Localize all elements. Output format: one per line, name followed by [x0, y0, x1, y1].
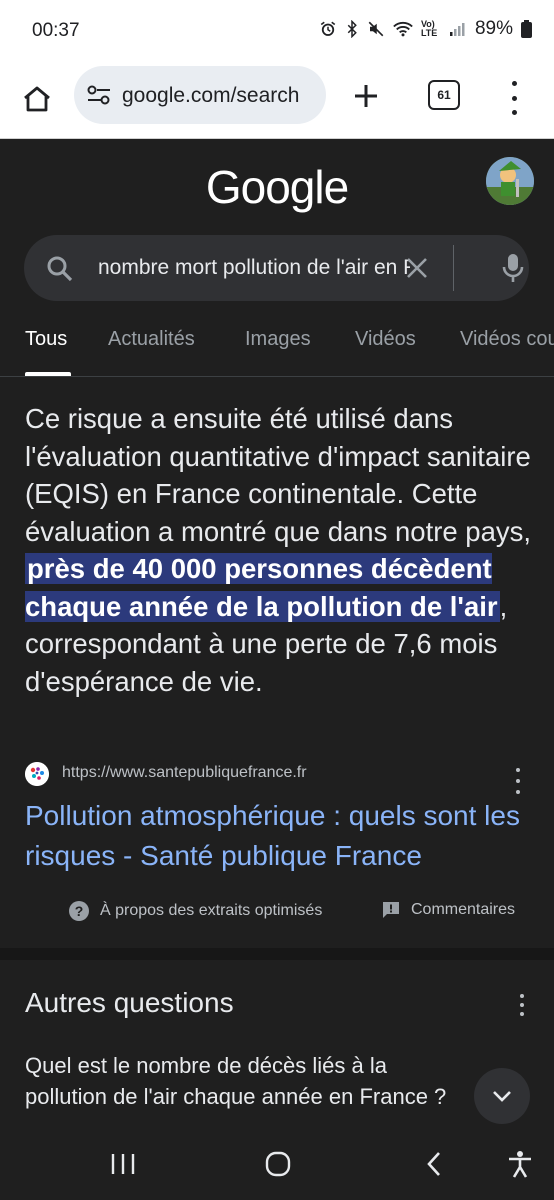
result-more-options-button[interactable] — [513, 768, 523, 794]
scroll-down-button[interactable] — [474, 1068, 530, 1124]
tab-actualites[interactable]: Actualités — [108, 328, 195, 351]
recent-apps-icon — [111, 1154, 135, 1174]
question-item[interactable]: Quel est le nombre de décès liés à la po… — [25, 1050, 465, 1128]
about-snippets-label: À propos des extraits optimisés — [100, 902, 323, 919]
other-questions-more-button[interactable] — [517, 994, 527, 1016]
svg-text:?: ? — [75, 903, 84, 919]
feedback-icon — [383, 902, 399, 918]
status-time: 00:37 — [32, 20, 80, 41]
close-icon — [407, 258, 427, 278]
alarm-icon — [320, 21, 336, 36]
help-icon: ? — [69, 901, 89, 921]
clear-search-button[interactable] — [402, 253, 432, 283]
plus-icon — [355, 85, 377, 107]
network-label: Vo) LTE — [420, 19, 438, 38]
tab-tous[interactable]: Tous — [25, 328, 67, 351]
accessibility-button[interactable] — [502, 1148, 538, 1180]
search-icon — [47, 256, 73, 282]
browser-menu-button[interactable] — [502, 78, 526, 118]
result-title-link[interactable]: Pollution atmosphérique : quels sont les… — [25, 796, 535, 876]
site-settings-icon[interactable] — [86, 83, 112, 107]
home-button[interactable] — [14, 76, 60, 122]
feedback-link[interactable]: Commentaires — [381, 900, 515, 920]
home-circle-icon — [265, 1151, 291, 1177]
other-questions-title: Autres questions — [25, 987, 234, 1018]
site-favicon — [25, 762, 49, 786]
battery-percent: 89% — [474, 18, 513, 39]
google-logo[interactable]: Google — [0, 160, 554, 214]
back-button[interactable] — [416, 1148, 452, 1180]
back-icon — [427, 1152, 440, 1176]
result-source[interactable]: https://www.santepubliquefrance.fr — [25, 762, 535, 794]
tab-switcher-button[interactable]: 61 — [428, 80, 460, 110]
active-tab-indicator — [25, 372, 71, 376]
search-input[interactable]: nombre mort pollution de l'air en France — [98, 256, 410, 280]
about-snippets-link[interactable]: ? À propos des extraits optimisés — [68, 900, 322, 922]
snippet-feedback-row: ? À propos des extraits optimisés Commen… — [68, 900, 538, 924]
signal-icon — [449, 23, 465, 36]
tab-videos-courtes[interactable]: Vidéos courtes — [460, 328, 554, 351]
mute-icon — [368, 21, 384, 37]
status-bar: 00:37 Vo) LTE 89% — [0, 0, 554, 62]
snippet-text-before: Ce risque a ensuite été utilisé dans l'é… — [25, 403, 532, 547]
bluetooth-icon — [347, 20, 357, 38]
battery-icon — [521, 20, 532, 38]
home-nav-button[interactable] — [260, 1148, 296, 1180]
source-url: https://www.santepubliquefrance.fr — [62, 764, 307, 781]
search-box[interactable]: nombre mort pollution de l'air en France — [24, 235, 529, 301]
avatar[interactable] — [486, 157, 534, 205]
microphone-icon[interactable] — [502, 253, 524, 283]
search-divider — [453, 245, 454, 291]
address-bar[interactable]: google.com/search — [74, 66, 326, 124]
section-divider — [0, 948, 554, 960]
browser-toolbar: google.com/search 61 — [0, 62, 554, 139]
home-icon — [24, 86, 50, 112]
accessibility-icon — [509, 1151, 531, 1178]
tab-videos[interactable]: Vidéos — [355, 328, 416, 351]
system-navigation-bar — [0, 1128, 554, 1200]
new-tab-button[interactable] — [344, 74, 388, 118]
recent-apps-button[interactable] — [105, 1148, 141, 1180]
chevron-down-icon — [493, 1091, 511, 1102]
featured-snippet-text: Ce risque a ensuite été utilisé dans l'é… — [25, 400, 535, 700]
feedback-label: Commentaires — [411, 901, 516, 918]
search-tabs: Tous Actualités Images Vidéos Vidéos cou… — [0, 318, 554, 377]
tab-images[interactable]: Images — [245, 328, 311, 351]
wifi-icon — [393, 22, 413, 37]
status-icons: Vo) LTE 89% — [319, 18, 532, 40]
snippet-highlight: près de 40 000 personnes décèdent chaque… — [25, 553, 500, 622]
address-url[interactable]: google.com/search — [122, 84, 316, 108]
